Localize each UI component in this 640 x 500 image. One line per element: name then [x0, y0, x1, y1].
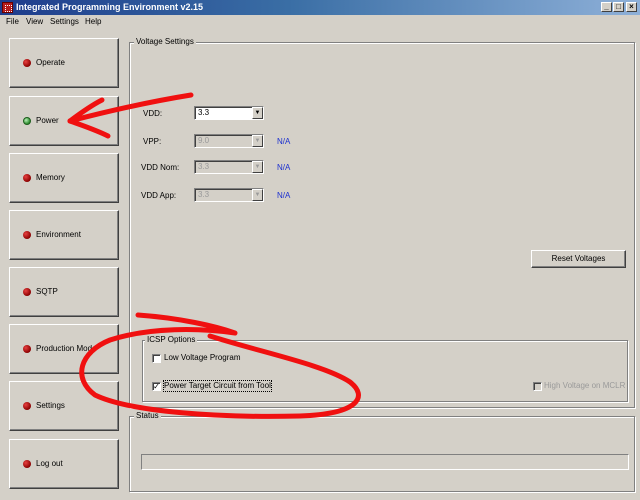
- vdd-nom-select: 3.3 ▼: [194, 160, 264, 174]
- high-voltage-mclr-checkbox: [533, 382, 542, 391]
- vdd-label: VDD:: [143, 109, 163, 118]
- nav-label: Operate: [36, 58, 65, 67]
- icsp-options-title: ICSP Options: [145, 335, 198, 345]
- nav-production-mode-button[interactable]: Production Mode: [9, 324, 119, 374]
- nav-label: Settings: [36, 401, 65, 410]
- nav-environment-button[interactable]: Environment: [9, 210, 119, 260]
- nav-label: Log out: [36, 459, 63, 468]
- voltage-settings-title: Voltage Settings: [134, 37, 196, 47]
- vpp-value: 9.0: [198, 136, 210, 145]
- menu-help[interactable]: Help: [85, 17, 101, 27]
- vdd-select[interactable]: 3.3 ▼: [194, 106, 264, 120]
- led-indicator-icon: [23, 117, 31, 125]
- window-title: Integrated Programming Environment v2.15: [16, 2, 204, 12]
- vdd-app-label: VDD App:: [141, 191, 177, 200]
- nav-label: Production Mode: [36, 344, 97, 353]
- vdd-nom-na-text: N/A: [277, 163, 291, 172]
- vdd-value: 3.3: [198, 108, 210, 117]
- close-button[interactable]: ×: [626, 2, 637, 12]
- chevron-down-icon: ▼: [252, 161, 263, 173]
- chevron-down-icon: ▼: [252, 189, 263, 201]
- title-bar: Integrated Programming Environment v2.15…: [0, 0, 640, 15]
- menu-view[interactable]: View: [26, 17, 43, 27]
- vdd-nom-label: VDD Nom:: [141, 163, 180, 172]
- nav-log-out-button[interactable]: Log out: [9, 439, 119, 489]
- vpp-label: VPP:: [143, 137, 162, 146]
- menu-bar: File View Settings Help: [0, 15, 640, 29]
- menu-file[interactable]: File: [6, 17, 19, 27]
- led-indicator-icon: [23, 59, 31, 67]
- led-indicator-icon: [23, 402, 31, 410]
- led-indicator-icon: [23, 231, 31, 239]
- status-title: Status: [134, 411, 161, 421]
- led-indicator-icon: [23, 345, 31, 353]
- nav-label: Environment: [36, 230, 81, 239]
- vdd-app-select: 3.3 ▼: [194, 188, 264, 202]
- chevron-down-icon[interactable]: ▼: [252, 107, 263, 119]
- nav-memory-button[interactable]: Memory: [9, 153, 119, 203]
- maximize-button[interactable]: □: [613, 2, 624, 12]
- nav-label: SQTP: [36, 287, 58, 296]
- nav-label: Power: [36, 116, 59, 125]
- reset-voltages-button[interactable]: Reset Voltages: [531, 250, 626, 268]
- nav-operate-button[interactable]: Operate: [9, 38, 119, 88]
- low-voltage-program-label[interactable]: Low Voltage Program: [164, 353, 241, 363]
- vdd-nom-value: 3.3: [198, 162, 210, 171]
- high-voltage-mclr-label: High Voltage on MCLR: [544, 381, 626, 390]
- status-progress-bar: [141, 454, 629, 470]
- nav-power-button[interactable]: Power: [9, 96, 119, 146]
- menu-settings[interactable]: Settings: [50, 17, 79, 27]
- power-target-checkbox[interactable]: ✓: [152, 382, 161, 391]
- nav-settings-button[interactable]: Settings: [9, 381, 119, 431]
- led-indicator-icon: [23, 174, 31, 182]
- nav-sqtp-button[interactable]: SQTP: [9, 267, 119, 317]
- low-voltage-program-checkbox[interactable]: [152, 354, 161, 363]
- vpp-select: 9.0 ▼: [194, 134, 264, 148]
- vpp-na-text: N/A: [277, 137, 291, 146]
- minimize-button[interactable]: _: [601, 2, 612, 12]
- chip-icon: [2, 2, 13, 13]
- nav-label: Memory: [36, 173, 65, 182]
- chevron-down-icon: ▼: [252, 135, 263, 147]
- led-indicator-icon: [23, 460, 31, 468]
- led-indicator-icon: [23, 288, 31, 296]
- vdd-app-na-text: N/A: [277, 191, 291, 200]
- vdd-app-value: 3.3: [198, 190, 210, 199]
- icsp-options-group: [142, 340, 628, 402]
- power-target-label[interactable]: Power Target Circuit from Tool: [163, 380, 272, 392]
